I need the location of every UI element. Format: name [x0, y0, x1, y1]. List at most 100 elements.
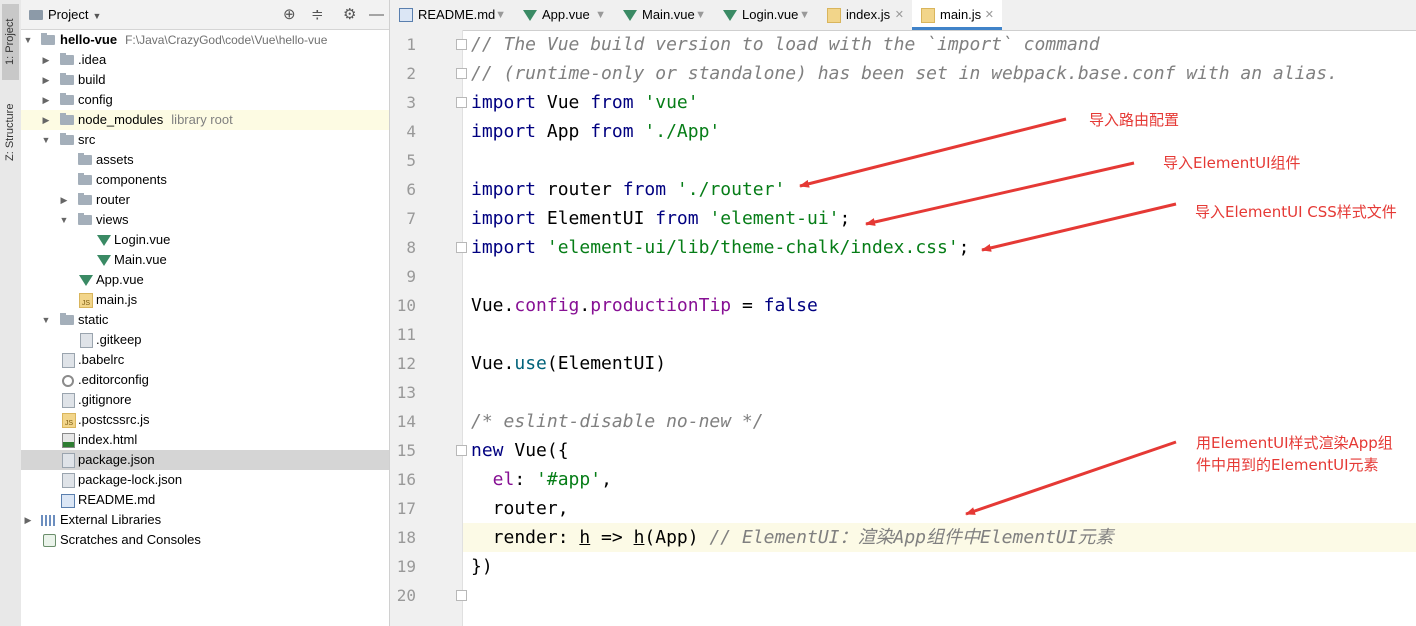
- tree-item-label: Login.vue: [114, 232, 171, 247]
- folder-icon: [78, 153, 92, 165]
- chevron-right-icon[interactable]: ▶: [41, 110, 51, 130]
- folder-icon: [60, 313, 74, 325]
- tree-item-editorconfig[interactable]: .editorconfig: [21, 370, 389, 390]
- project-folder-icon: [29, 10, 43, 20]
- tree-item-readme[interactable]: README.md: [21, 490, 389, 510]
- tree-item-label: build: [78, 72, 106, 87]
- tree-item-scratches[interactable]: Scratches and Consoles: [21, 530, 389, 550]
- tree-item-components[interactable]: components: [21, 170, 389, 190]
- tree-item-label: App.vue: [96, 272, 144, 287]
- js-file-icon: JS: [79, 293, 93, 308]
- tree-item-hello-vue[interactable]: ▼ hello-vue F:\Java\CrazyGod\code\Vue\hel…: [21, 30, 389, 50]
- gear-icon[interactable]: ⚙: [343, 0, 356, 29]
- tab-index-js[interactable]: index.js ✕: [818, 0, 912, 30]
- close-icon[interactable]: ▼: [495, 0, 506, 30]
- tree-item-views[interactable]: ▼ views: [21, 210, 389, 230]
- vue-file-icon: [79, 275, 93, 286]
- collapse-all-icon[interactable]: ≑: [311, 0, 324, 29]
- chevron-down-icon[interactable]: ▼: [41, 310, 51, 330]
- tree-item-package-json[interactable]: package.json: [21, 450, 389, 470]
- code-line-3: import Vue from 'vue': [471, 92, 699, 113]
- line-number: 17: [396, 499, 416, 518]
- line-number: 2: [406, 64, 416, 83]
- chevron-right-icon[interactable]: ▶: [23, 510, 33, 530]
- line-number: 12: [396, 354, 416, 373]
- tree-item-main-js[interactable]: JS main.js: [21, 290, 389, 310]
- chevron-down-icon[interactable]: ▼: [23, 30, 33, 50]
- chevron-right-icon[interactable]: ▶: [59, 190, 69, 210]
- vue-file-icon: [623, 10, 637, 21]
- config-file-icon: [62, 353, 75, 368]
- line-number: 19: [396, 557, 416, 576]
- tree-item-label: External Libraries: [60, 512, 162, 527]
- folder-icon: [78, 173, 92, 185]
- tree-item-gitkeep[interactable]: .gitkeep: [21, 330, 389, 350]
- close-icon[interactable]: ✕: [985, 0, 994, 30]
- chevron-down-icon[interactable]: ▼: [41, 130, 51, 150]
- tab-main-js[interactable]: main.js ✕: [912, 0, 1002, 30]
- tree-item-label: assets: [96, 152, 134, 167]
- tree-item-label: .gitignore: [78, 392, 132, 407]
- close-icon[interactable]: ▼: [595, 0, 606, 30]
- tab-readme[interactable]: README.md ▼: [390, 0, 514, 30]
- vue-file-icon: [523, 10, 537, 21]
- annotation-render-line1: 用ElementUI样式渲染App组: [1196, 434, 1393, 452]
- tree-item-postcssrc[interactable]: JS .postcssrc.js: [21, 410, 389, 430]
- tree-item-external-libraries[interactable]: ▶ External Libraries: [21, 510, 389, 530]
- close-icon[interactable]: ✕: [895, 0, 904, 30]
- tree-item-label: .babelrc: [78, 352, 125, 367]
- close-icon[interactable]: ▼: [799, 0, 810, 30]
- code-line-17: router,: [471, 498, 569, 519]
- tree-item-node-modules[interactable]: ▶ node_modules library root: [21, 110, 389, 130]
- code-line-12: Vue.use(ElementUI): [471, 353, 667, 374]
- tab-label: App.vue: [542, 7, 590, 22]
- chevron-right-icon[interactable]: ▶: [41, 90, 51, 110]
- tree-item-login-vue[interactable]: Login.vue: [21, 230, 389, 250]
- chevron-right-icon[interactable]: ▶: [41, 50, 51, 70]
- tree-item-config[interactable]: ▶ config: [21, 90, 389, 110]
- tree-item-babelrc[interactable]: .babelrc: [21, 350, 389, 370]
- vue-file-icon: [723, 10, 737, 21]
- tab-label: Login.vue: [742, 7, 799, 22]
- code-line-10: Vue.config.productionTip = false: [471, 295, 818, 316]
- structure-tool-tab[interactable]: Z: Structure: [2, 90, 19, 174]
- code-editor: README.md ▼ App.vue ▼ Main.vue ▼ Login.v…: [390, 0, 1416, 626]
- js-file-icon: [921, 8, 935, 23]
- tab-app-vue[interactable]: App.vue ▼: [514, 0, 614, 30]
- vue-file-icon: [97, 255, 111, 266]
- tree-item-gitignore[interactable]: .gitignore: [21, 390, 389, 410]
- project-path: F:\Java\CrazyGod\code\Vue\hello-vue: [125, 33, 328, 47]
- close-icon[interactable]: ▼: [695, 0, 706, 30]
- tab-login-vue[interactable]: Login.vue ▼: [714, 0, 818, 30]
- tree-item-label: views: [96, 212, 129, 227]
- tree-item-package-lock-json[interactable]: package-lock.json: [21, 470, 389, 490]
- project-tool-tab[interactable]: 1: Project: [2, 4, 19, 80]
- tree-item-idea[interactable]: ▶ .idea: [21, 50, 389, 70]
- tab-main-vue[interactable]: Main.vue ▼: [614, 0, 714, 30]
- tree-item-index-html[interactable]: index.html: [21, 430, 389, 450]
- code-area[interactable]: // The Vue build version to load with th…: [463, 30, 1416, 626]
- tree-item-app-vue[interactable]: App.vue: [21, 270, 389, 290]
- chevron-right-icon[interactable]: ▶: [41, 70, 51, 90]
- project-panel: Project ▼ ⊕ ≑ ⚙ — ▼ hello-vue F:\Java\Craz…: [21, 0, 390, 626]
- code-line-8: import 'element-ui/lib/theme-chalk/index…: [471, 237, 970, 258]
- folder-icon: [78, 193, 92, 205]
- line-number: 6: [406, 180, 416, 199]
- tree-item-main-vue[interactable]: Main.vue: [21, 250, 389, 270]
- tree-item-assets[interactable]: assets: [21, 150, 389, 170]
- chevron-down-icon[interactable]: ▼: [59, 210, 69, 230]
- code-line-14: /* eslint-disable no-new */: [471, 411, 764, 432]
- tool-window-strip: 1: Project Z: Structure: [0, 0, 22, 626]
- minimize-icon[interactable]: —: [369, 0, 384, 29]
- line-number: 18: [396, 528, 416, 547]
- tree-item-label: .editorconfig: [78, 372, 149, 387]
- tree-item-src[interactable]: ▼ src: [21, 130, 389, 150]
- project-tree: ▼ hello-vue F:\Java\CrazyGod\code\Vue\hel…: [21, 30, 389, 550]
- tree-item-router[interactable]: ▶ router: [21, 190, 389, 210]
- tree-item-label: config: [78, 92, 113, 107]
- tree-item-static[interactable]: ▼ static: [21, 310, 389, 330]
- line-number: 13: [396, 383, 416, 402]
- locate-icon[interactable]: ⊕: [283, 0, 296, 29]
- project-view-selector[interactable]: Project ▼: [29, 0, 101, 31]
- tree-item-build[interactable]: ▶ build: [21, 70, 389, 90]
